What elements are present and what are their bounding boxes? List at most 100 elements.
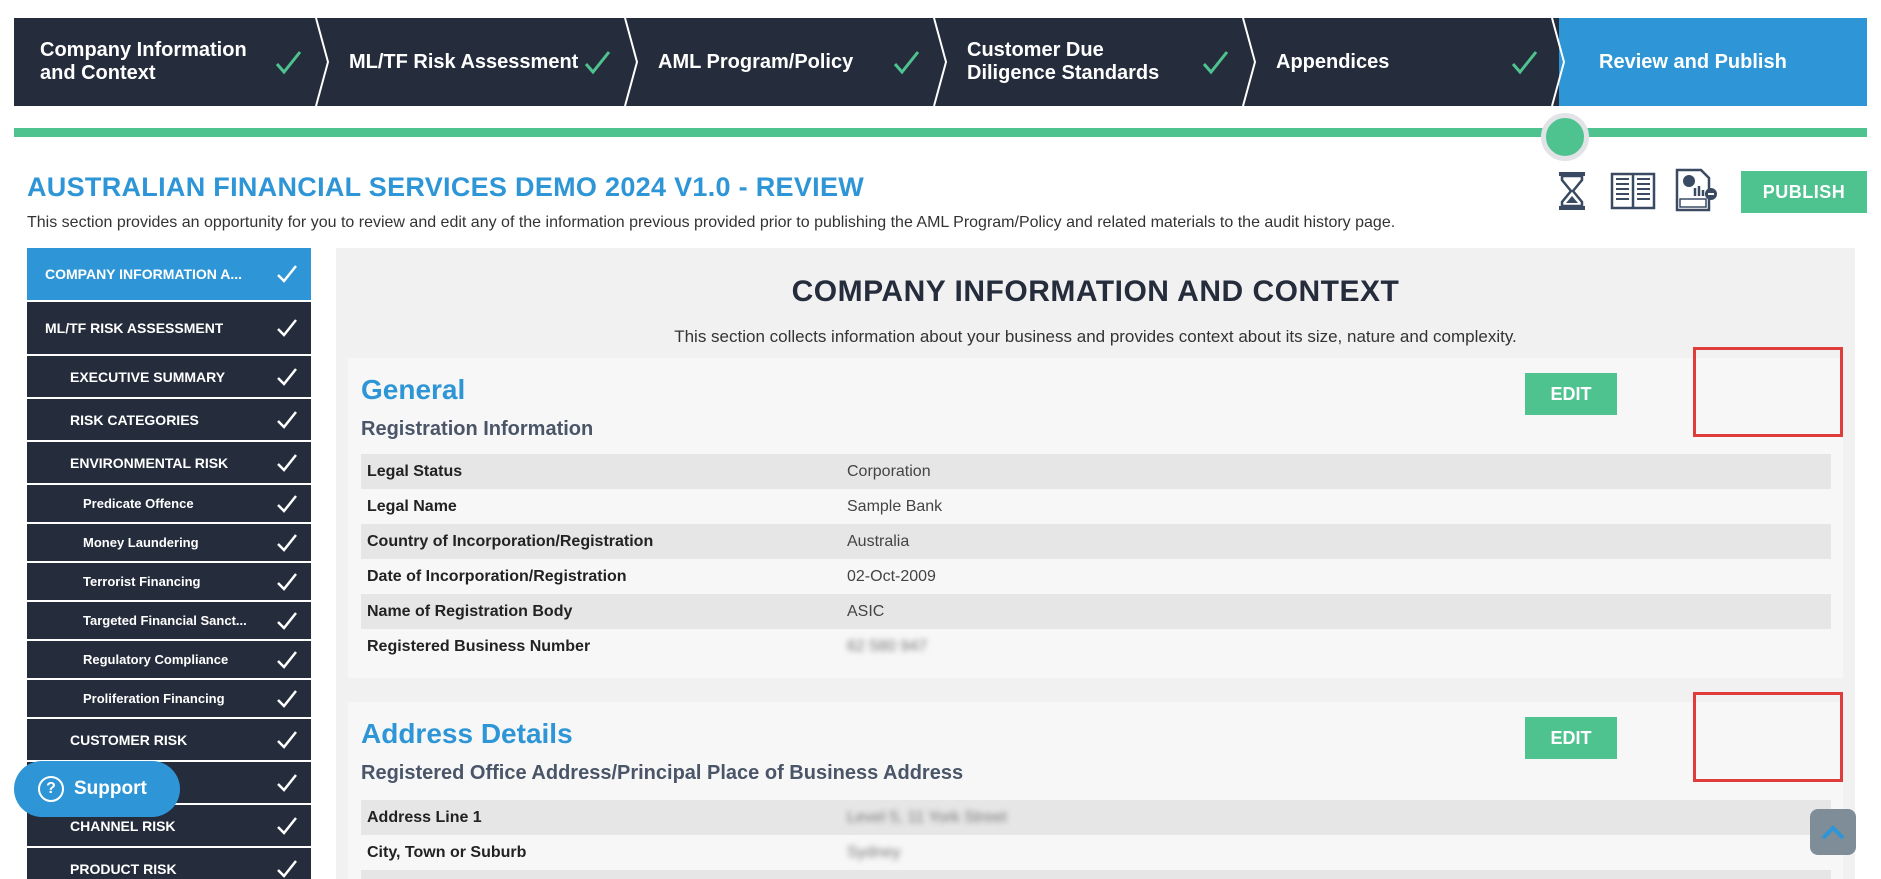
check-icon: [277, 730, 297, 749]
sidebar-item-proliferation-financing[interactable]: Proliferation Financing: [27, 680, 311, 719]
check-icon: [277, 650, 297, 669]
address-table: Address Line 1 Level 5, 11 York Street C…: [361, 800, 1831, 879]
sidebar-item-product-risk[interactable]: PRODUCT RISK: [27, 848, 311, 879]
step-company-information[interactable]: Company Information and Context: [14, 18, 329, 106]
row-key: City, Town or Suburb: [367, 843, 527, 861]
sidebar-item-money-laundering[interactable]: Money Laundering: [27, 524, 311, 563]
check-icon: [277, 689, 297, 708]
table-row: Registered Business Number 62 580 947: [361, 629, 1831, 664]
step-separator: [933, 18, 947, 106]
check-icon: [277, 773, 297, 792]
check-icon: [1202, 51, 1229, 75]
row-value: Corporation: [847, 462, 931, 480]
publish-button[interactable]: PUBLISH: [1741, 171, 1867, 213]
sidebar-item-label: CUSTOMER RISK: [70, 731, 188, 748]
edit-address-button[interactable]: EDIT: [1525, 717, 1617, 759]
step-separator: [624, 18, 638, 106]
sidebar-item-label: ML/TF RISK ASSESSMENT: [45, 320, 224, 336]
row-value: 02-Oct-2009: [847, 567, 936, 585]
row-value-blurred: Level 5, 11 York Street: [847, 808, 1007, 826]
edit-general-button[interactable]: EDIT: [1525, 373, 1617, 415]
sidebar-item-label: CHANNEL RISK: [70, 817, 176, 834]
row-value-blurred: Sydney: [847, 843, 901, 861]
row-key: Name of Registration Body: [367, 602, 573, 620]
sidebar-item-label: ENVIRONMENTAL RISK: [70, 454, 229, 471]
step-aml-program-policy[interactable]: AML Program/Policy: [632, 18, 947, 106]
card-subtitle: Registered Office Address/Principal Plac…: [361, 762, 964, 784]
check-icon: [277, 265, 297, 283]
edit-highlight-box: [1693, 692, 1843, 782]
book-icon[interactable]: [1610, 166, 1656, 214]
sidebar-item-company-information[interactable]: COMPANY INFORMATION A...: [27, 248, 311, 302]
step-label: Company Information and Context: [40, 39, 247, 84]
check-icon: [277, 453, 297, 472]
check-icon: [893, 51, 920, 75]
row-key: Date of Incorporation/Registration: [367, 567, 627, 585]
check-icon: [277, 611, 297, 630]
sidebar-item-label: COMPANY INFORMATION A...: [45, 266, 243, 282]
table-row: Legal Name Sample Bank: [361, 489, 1831, 524]
sidebar-item-label: Regulatory Compliance: [83, 652, 229, 667]
sidebar-item-label: Proliferation Financing: [83, 691, 225, 706]
chevron-up-icon: [1821, 825, 1845, 840]
review-panel: COMPANY INFORMATION AND CONTEXT This sec…: [336, 248, 1855, 879]
table-row: Address Line 1 Level 5, 11 York Street: [361, 800, 1831, 835]
step-separator: [315, 18, 329, 106]
card-title: General: [361, 374, 466, 405]
sidebar-item-predicate-offence[interactable]: Predicate Offence: [27, 485, 311, 524]
hourglass-icon[interactable]: [1549, 166, 1595, 214]
step-separator: [1551, 18, 1565, 106]
check-icon: [277, 816, 297, 835]
edit-highlight-box: [1693, 347, 1843, 437]
progress-indicator: [1541, 113, 1589, 161]
step-label: Appendices: [1276, 50, 1390, 73]
check-icon: [277, 533, 297, 552]
sidebar-item-label: Money Laundering: [83, 535, 199, 550]
row-key: Country of Incorporation/Registration: [367, 532, 654, 550]
row-key: Registered Business Number: [367, 637, 591, 655]
table-row: [361, 870, 1831, 879]
sidebar-item-mltf-risk-assessment[interactable]: ML/TF RISK ASSESSMENT: [27, 302, 311, 356]
support-label: Support: [74, 778, 147, 799]
general-card: General Registration Information EDIT Le…: [348, 358, 1843, 678]
sidebar-item-label: Targeted Financial Sanct...: [83, 613, 247, 628]
step-appendices[interactable]: Appendices: [1250, 18, 1565, 106]
sidebar-item-risk-categories[interactable]: RISK CATEGORIES: [27, 399, 311, 442]
sidebar-item-executive-summary[interactable]: EXECUTIVE SUMMARY: [27, 356, 311, 399]
row-key: Address Line 1: [367, 808, 482, 826]
check-icon: [1511, 51, 1538, 75]
table-row: Legal Status Corporation: [361, 454, 1831, 489]
sidebar-item-label: RISK CATEGORIES: [70, 411, 199, 428]
row-key: Legal Name: [367, 497, 457, 515]
check-icon: [277, 859, 297, 878]
step-separator: [1242, 18, 1256, 106]
check-icon: [277, 319, 297, 337]
sidebar-item-environmental-risk[interactable]: ENVIRONMENTAL RISK: [27, 442, 311, 485]
support-button[interactable]: ? Support: [14, 761, 180, 817]
sidebar-item-label: Predicate Offence: [83, 496, 194, 511]
page-description: This section provides an opportunity for…: [27, 214, 1396, 231]
check-icon: [277, 572, 297, 591]
sidebar-item-label: PRODUCT RISK: [70, 860, 177, 877]
step-label: Customer Due Diligence Standards: [967, 39, 1160, 84]
step-label: Review and Publish: [1599, 50, 1787, 73]
step-review-and-publish[interactable]: Review and Publish: [1559, 18, 1867, 106]
step-mltf-risk-assessment[interactable]: ML/TF Risk Assessment: [323, 18, 638, 106]
step-customer-due-diligence[interactable]: Customer Due Diligence Standards: [941, 18, 1256, 106]
check-icon: [277, 410, 297, 429]
scroll-to-top-button[interactable]: [1810, 809, 1856, 855]
table-row: Country of Incorporation/Registration Au…: [361, 524, 1831, 559]
table-row: Date of Incorporation/Registration 02-Oc…: [361, 559, 1831, 594]
section-heading: COMPANY INFORMATION AND CONTEXT: [791, 275, 1400, 308]
draft-document-icon[interactable]: [1673, 166, 1719, 214]
sidebar-item-customer-risk[interactable]: CUSTOMER RISK: [27, 719, 311, 762]
card-subtitle: Registration Information: [361, 418, 594, 440]
sidebar-item-terrorist-financing[interactable]: Terrorist Financing: [27, 563, 311, 602]
wizard-stepper: Company Information and Context ML/TF Ri…: [14, 18, 1867, 106]
address-details-card: Address Details Registered Office Addres…: [348, 702, 1843, 879]
sidebar-item-regulatory-compliance[interactable]: Regulatory Compliance: [27, 641, 311, 680]
check-icon: [277, 494, 297, 513]
step-label: ML/TF Risk Assessment: [349, 50, 579, 73]
sidebar-item-targeted-financial-sanctions[interactable]: Targeted Financial Sanct...: [27, 602, 311, 641]
row-value: Sample Bank: [847, 497, 943, 515]
